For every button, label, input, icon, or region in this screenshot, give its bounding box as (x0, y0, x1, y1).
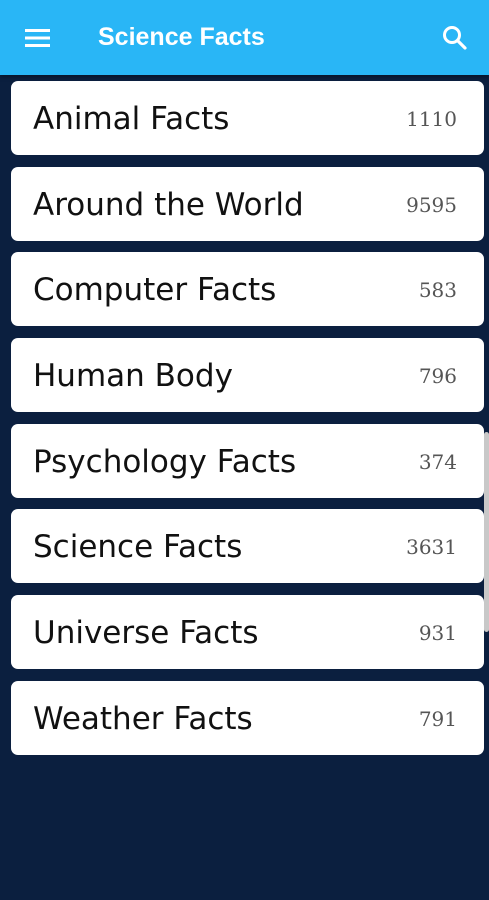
category-count: 791 (418, 706, 457, 731)
category-item-psychology-facts[interactable]: Psychology Facts 374 (11, 423, 484, 498)
app-title: Science Facts (98, 23, 265, 51)
category-item-human-body[interactable]: Human Body 796 (11, 338, 484, 413)
category-count: 583 (418, 278, 457, 303)
app-bar: Science Facts (0, 0, 489, 75)
search-icon (443, 26, 467, 50)
category-list: Animal Facts 1110 Around the World 9595 … (11, 81, 484, 767)
category-label: Human Body (33, 358, 233, 395)
category-count: 374 (418, 449, 457, 474)
hamburger-menu-icon (25, 29, 50, 47)
scrollbar[interactable] (484, 432, 489, 632)
category-label: Computer Facts (33, 272, 277, 309)
category-count: 1110 (406, 107, 457, 131)
category-item-weather-facts[interactable]: Weather Facts 791 (11, 680, 484, 755)
category-label: Science Facts (33, 529, 243, 566)
menu-button[interactable] (14, 14, 62, 62)
category-item-computer-facts[interactable]: Computer Facts 583 (11, 252, 484, 327)
category-label: Universe Facts (33, 615, 259, 652)
category-item-animal-facts[interactable]: Animal Facts 1110 (11, 81, 484, 155)
category-label: Animal Facts (33, 101, 230, 137)
category-item-universe-facts[interactable]: Universe Facts 931 (11, 595, 484, 670)
category-count: 796 (418, 364, 457, 389)
category-item-around-the-world[interactable]: Around the World 9595 (11, 166, 484, 241)
category-label: Around the World (33, 186, 304, 223)
category-item-science-facts[interactable]: Science Facts 3631 (11, 509, 484, 584)
search-button[interactable] (431, 14, 479, 62)
category-label: Weather Facts (33, 700, 253, 737)
category-label: Psychology Facts (33, 443, 297, 480)
category-count: 3631 (406, 535, 457, 560)
category-count: 9595 (406, 192, 457, 217)
category-count: 931 (418, 621, 457, 646)
